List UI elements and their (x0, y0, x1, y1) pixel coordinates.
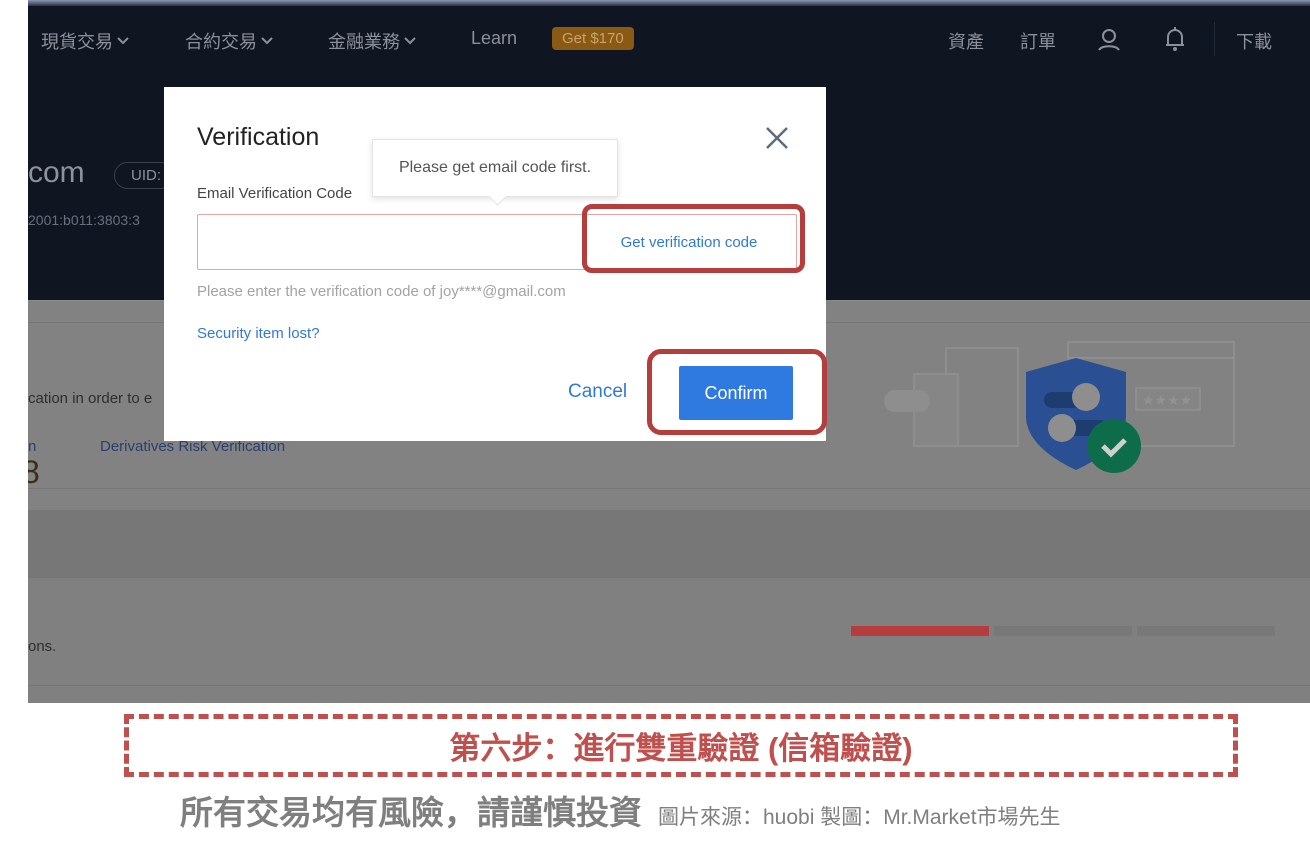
divider (28, 685, 1310, 686)
security-level-segment (994, 626, 1132, 636)
bell-icon[interactable] (1163, 26, 1187, 52)
step-caption: 第六步：進行雙重驗證 (信箱驗證) (449, 731, 913, 766)
nav-contract-trading[interactable]: 合約交易 (185, 28, 273, 54)
security-level-segment (851, 626, 989, 636)
tab-fragment[interactable]: n (28, 438, 36, 455)
nav-assets[interactable]: 資產 (948, 28, 984, 54)
nav-finance[interactable]: 金融業務 (328, 28, 416, 54)
tooltip-text: Please get email code first. (398, 159, 592, 176)
user-icon[interactable] (1096, 26, 1122, 52)
dialog-title: Verification (197, 123, 320, 151)
step-caption-box: 第六步：進行雙重驗證 (信箱驗證) (124, 714, 1238, 777)
highlight-box (647, 349, 827, 435)
svg-text:★★★★: ★★★★ (1142, 393, 1192, 409)
chevron-down-icon (117, 37, 129, 45)
divider (28, 488, 1310, 489)
nav-download[interactable]: 下載 (1236, 28, 1272, 54)
security-item-lost-link[interactable]: Security item lost? (197, 325, 320, 342)
risk-warning: 所有交易均有風險，請謹慎投資 (180, 794, 642, 831)
promo-badge[interactable]: Get $170 (552, 27, 634, 50)
number-fragment: 8 (28, 454, 40, 490)
close-icon[interactable] (764, 125, 790, 151)
security-illustration: ★★★★ (884, 341, 1235, 473)
login-ip: 2001:b011:3803:3 (28, 212, 140, 228)
nav-orders[interactable]: 訂單 (1020, 28, 1056, 54)
options-text: ons. (28, 638, 57, 655)
nav-spot-trading[interactable]: 現貨交易 (41, 28, 129, 54)
chevron-down-icon (404, 37, 416, 45)
chevron-down-icon (261, 37, 273, 45)
email-code-label: Email Verification Code (197, 185, 353, 202)
nav-learn[interactable]: Learn (471, 28, 517, 49)
account-name: com (28, 156, 85, 189)
image-source: 圖片來源：huobi 製圖：Mr.Market市場先生 (658, 806, 1061, 829)
tooltip: Please get email code first. (372, 139, 618, 197)
highlight-box (582, 204, 805, 273)
section-description: cation in order to e (28, 390, 153, 407)
security-level-segment (1137, 626, 1275, 636)
email-hint: Please enter the verification code of jo… (197, 283, 566, 300)
nav-divider (1214, 22, 1215, 56)
section-band (28, 510, 1310, 578)
footer-caption: 所有交易均有風險，請謹慎投資 圖片來源：huobi 製圖：Mr.Market市場… (180, 786, 1061, 834)
cancel-button[interactable]: Cancel (568, 381, 627, 403)
